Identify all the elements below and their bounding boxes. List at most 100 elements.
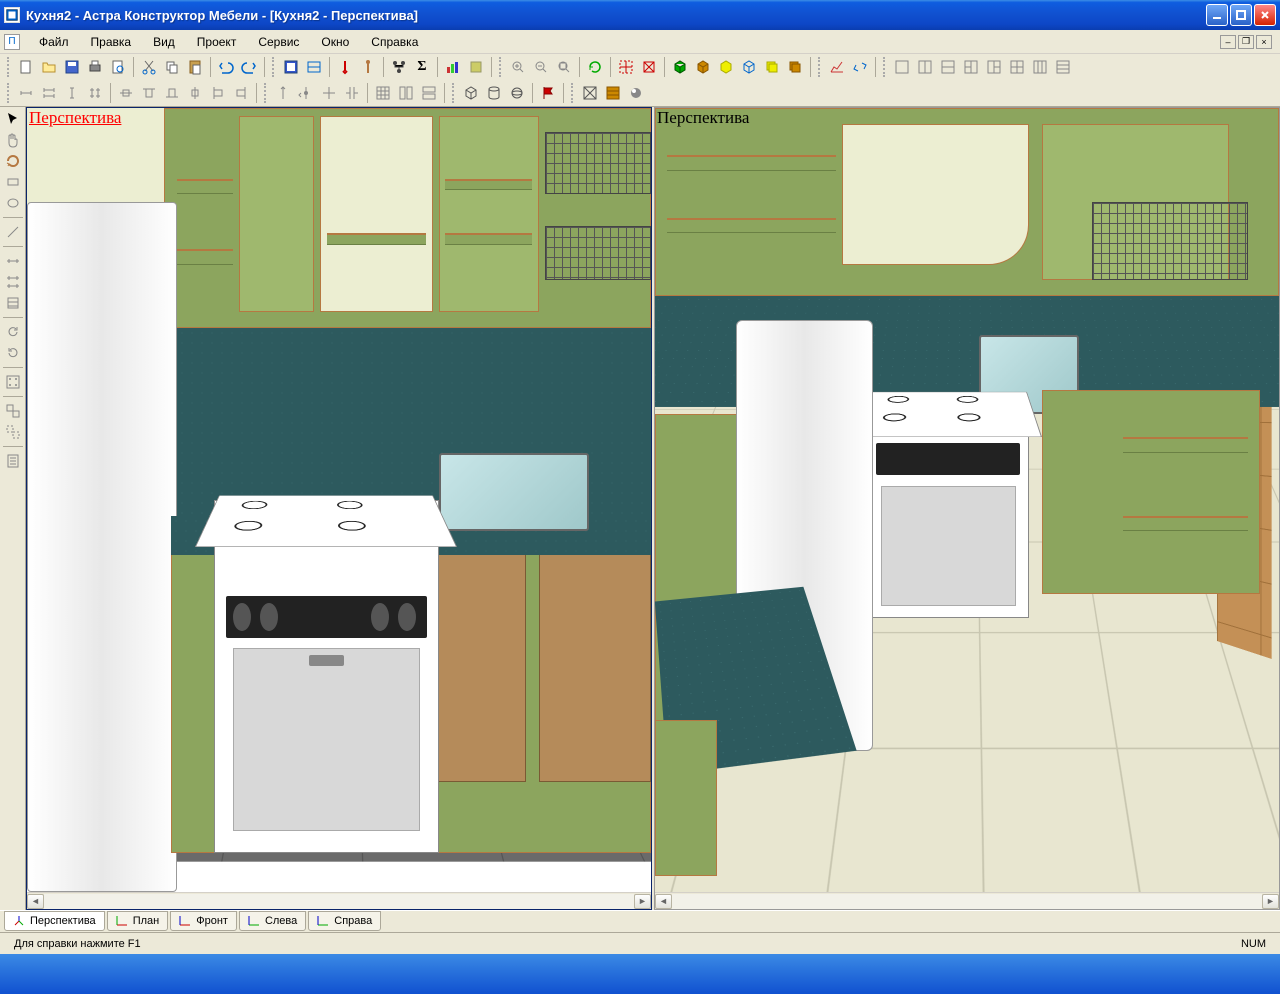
viewport-left-scrollbar[interactable]: ◄ ► [27, 892, 651, 909]
rect-tool-button[interactable] [2, 172, 24, 192]
menu-edit[interactable]: Правка [80, 31, 143, 53]
shape-sphere-button[interactable] [506, 82, 528, 104]
menu-file[interactable]: Файл [28, 31, 80, 53]
measure-c-button[interactable] [2, 293, 24, 313]
grid-c-button[interactable] [418, 82, 440, 104]
align-c-button[interactable] [161, 82, 183, 104]
layout-2-button[interactable] [914, 56, 936, 78]
ungroup-button[interactable] [2, 422, 24, 442]
align-f-button[interactable] [230, 82, 252, 104]
menu-window[interactable]: Окно [310, 31, 360, 53]
box-wire-button[interactable] [738, 56, 760, 78]
drill-button[interactable] [334, 56, 356, 78]
toolbar-grip-icon[interactable] [452, 83, 456, 103]
redo-button[interactable] [238, 56, 260, 78]
paste-button[interactable] [184, 56, 206, 78]
layout-4-button[interactable] [960, 56, 982, 78]
flag-button[interactable] [537, 82, 559, 104]
menu-help[interactable]: Справка [360, 31, 429, 53]
maximize-button[interactable] [1230, 4, 1252, 26]
scroll-left-button[interactable]: ◄ [655, 894, 672, 909]
print-button[interactable] [84, 56, 106, 78]
zoom-in-button[interactable] [507, 56, 529, 78]
panel-a-button[interactable] [280, 56, 302, 78]
marker-a-button[interactable] [272, 82, 294, 104]
scroll-left-button[interactable]: ◄ [27, 894, 44, 909]
align-b-button[interactable] [138, 82, 160, 104]
minimize-button[interactable] [1206, 4, 1228, 26]
dim-d-button[interactable] [84, 82, 106, 104]
close-button[interactable] [1254, 4, 1276, 26]
layout-7-button[interactable] [1029, 56, 1051, 78]
zoom-out-button[interactable] [530, 56, 552, 78]
dim-b-button[interactable] [38, 82, 60, 104]
tab-right[interactable]: Справа [308, 911, 381, 931]
properties-button[interactable] [2, 451, 24, 471]
toolbar-grip-icon[interactable] [264, 83, 268, 103]
viewport-right-canvas[interactable]: Перспектива [655, 108, 1279, 892]
line-tool-button[interactable] [2, 222, 24, 242]
marker-c-button[interactable] [318, 82, 340, 104]
texture-button[interactable] [579, 82, 601, 104]
menu-project[interactable]: Проект [186, 31, 248, 53]
scroll-right-button[interactable]: ► [1262, 894, 1279, 909]
align-a-button[interactable] [115, 82, 137, 104]
toolbar-grip-icon[interactable] [571, 83, 575, 103]
undo-button[interactable] [215, 56, 237, 78]
measure-a-button[interactable] [2, 251, 24, 271]
grid-b-button[interactable] [395, 82, 417, 104]
toolbar-grip-icon[interactable] [272, 57, 276, 77]
circle-tool-button[interactable] [2, 193, 24, 213]
align-e-button[interactable] [207, 82, 229, 104]
measure-b-button[interactable] [2, 272, 24, 292]
mdi-app-icon[interactable]: П [4, 34, 20, 50]
hierarchy-button[interactable] [388, 56, 410, 78]
link-button[interactable] [849, 56, 871, 78]
new-file-button[interactable] [15, 56, 37, 78]
dim-c-button[interactable] [61, 82, 83, 104]
tab-plan[interactable]: План [107, 911, 169, 931]
sum-button[interactable]: Σ [411, 56, 433, 78]
box-yellow-button[interactable] [715, 56, 737, 78]
layout-3-button[interactable] [937, 56, 959, 78]
dim-a-button[interactable] [15, 82, 37, 104]
shape-cylinder-button[interactable] [483, 82, 505, 104]
panel-b-button[interactable] [303, 56, 325, 78]
mdi-minimize-button[interactable]: – [1220, 35, 1236, 49]
group-button[interactable] [2, 401, 24, 421]
layout-8-button[interactable] [1052, 56, 1074, 78]
tab-front[interactable]: Фронт [170, 911, 237, 931]
zoom-fit-button[interactable] [553, 56, 575, 78]
stack-a-button[interactable] [761, 56, 783, 78]
rotate-tool-button[interactable] [2, 151, 24, 171]
menu-service[interactable]: Сервис [247, 31, 310, 53]
viewport-left[interactable]: Перспектива ◄ ► [26, 107, 652, 910]
deselect-button[interactable] [638, 56, 660, 78]
screw-button[interactable] [357, 56, 379, 78]
viewport-left-canvas[interactable]: Перспектива [27, 108, 651, 892]
rotate-left-button[interactable] [2, 322, 24, 342]
tab-perspective[interactable]: Перспектива [4, 911, 105, 931]
shape-cube-button[interactable] [460, 82, 482, 104]
toolbar-grip-icon[interactable] [7, 83, 11, 103]
material-button[interactable] [602, 82, 624, 104]
graph-button[interactable] [826, 56, 848, 78]
select-all-button[interactable] [615, 56, 637, 78]
marker-d-button[interactable] [341, 82, 363, 104]
cut-button[interactable] [138, 56, 160, 78]
marker-b-button[interactable] [295, 82, 317, 104]
toolbar-grip-icon[interactable] [883, 57, 887, 77]
copy-button[interactable] [161, 56, 183, 78]
chart-button[interactable] [442, 56, 464, 78]
toolbar-grip-icon[interactable] [499, 57, 503, 77]
save-button[interactable] [61, 56, 83, 78]
refresh-button[interactable] [584, 56, 606, 78]
scroll-right-button[interactable]: ► [634, 894, 651, 909]
toolbar-grip-icon[interactable] [818, 57, 822, 77]
print-preview-button[interactable] [107, 56, 129, 78]
grid-snap-button[interactable] [2, 372, 24, 392]
box-colored-button[interactable] [692, 56, 714, 78]
align-d-button[interactable] [184, 82, 206, 104]
book-button[interactable] [465, 56, 487, 78]
menu-view[interactable]: Вид [142, 31, 186, 53]
